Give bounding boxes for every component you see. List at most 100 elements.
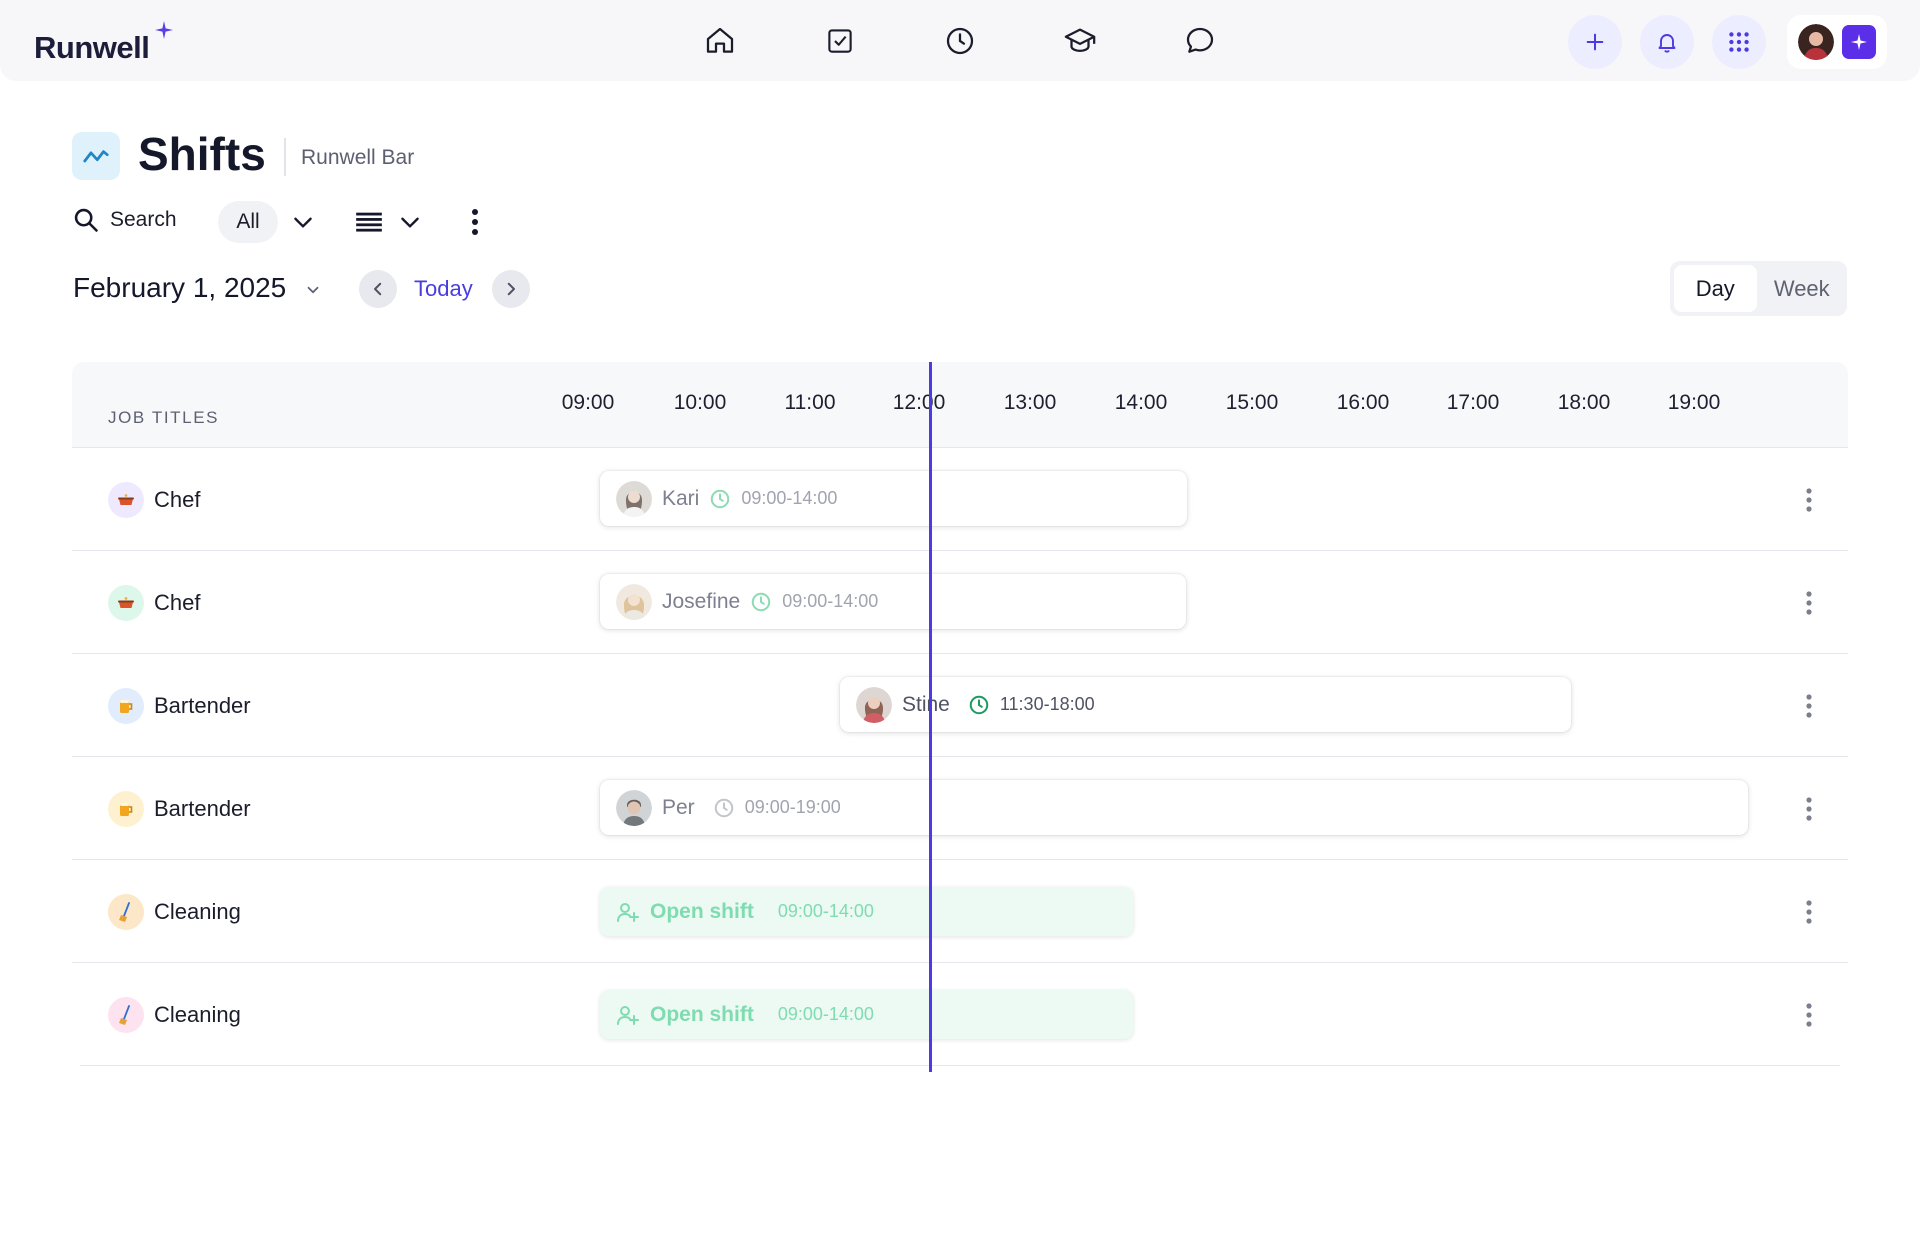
schedule-row: Bartender Per 09:00-19:00 [72,757,1848,860]
hour-label: 19:00 [1667,391,1721,414]
job-title-label: Cleaning [154,899,241,924]
apps-grid-icon [1729,32,1749,52]
employee-avatar [856,686,892,723]
hour-label: 13:00 [1003,391,1057,414]
previous-day-button[interactable] [359,270,397,308]
hour-label: 10:00 [673,391,727,414]
chevron-down-icon [294,217,312,228]
view-toggle: Day Week [1670,261,1847,316]
current-time-indicator [929,362,932,1072]
employee-avatar [616,480,652,517]
job-title-label: Bartender [154,693,251,718]
more-vertical-icon [1806,900,1812,924]
next-day-button[interactable] [492,270,530,308]
pot-icon [108,482,144,518]
notifications-button[interactable] [1640,15,1694,69]
open-shift-block[interactable]: Open shift 09:00-14:00 [600,990,1133,1039]
hour-label: 11:00 [784,391,836,414]
search-button[interactable]: Search [72,206,177,234]
open-shift-label: Open shift [650,1002,754,1026]
job-title: Bartender [108,791,251,827]
filter-select[interactable]: All [218,201,278,243]
nav-time[interactable] [939,20,981,62]
chevron-down-icon [307,286,319,293]
open-shift-label: Open shift [650,899,754,923]
clock-icon [969,695,989,714]
apps-button[interactable] [1712,15,1766,69]
more-vertical-icon [1806,488,1812,512]
employee-avatar [616,789,652,826]
shift-time: 09:00-14:00 [782,591,879,611]
job-title: Chef [108,482,200,518]
row-options-button[interactable] [1792,894,1826,930]
shift-time: 09:00-19:00 [744,797,841,817]
chevron-right-icon [507,282,515,296]
today-button[interactable]: Today [414,276,473,302]
shift-block[interactable]: Per 09:00-19:00 [600,780,1748,835]
profile-menu[interactable] [1787,15,1887,69]
clock-icon [946,27,974,55]
layout-dropdown-button[interactable] [354,206,424,238]
shift-time: 09:00-14:00 [777,901,874,921]
shift-block[interactable]: Stine 11:30-18:00 [840,677,1571,732]
add-user-icon [617,1005,639,1025]
broom-icon [108,997,144,1033]
row-options-button[interactable] [1792,791,1826,827]
nav-home[interactable] [699,20,741,62]
hour-label: 17:00 [1446,391,1500,414]
app-logo[interactable]: Runwell [34,30,150,66]
view-day[interactable]: Day [1674,265,1757,312]
nav-chat[interactable] [1179,20,1221,62]
more-vertical-icon [472,209,478,235]
beer-icon [108,688,144,724]
shift-wave-icon [83,150,109,163]
more-vertical-icon [1806,694,1812,718]
chat-icon [1186,27,1214,53]
employee-name: Stine [902,692,950,716]
schedule-row: Cleaning Open shift 09:00-14:00 [80,963,1840,1066]
shift-block[interactable]: Kari 09:00-14:00 [600,471,1187,526]
ai-assistant-button[interactable] [1842,25,1876,59]
more-vertical-icon [1806,591,1812,615]
sparkle-icon [1851,34,1867,50]
shift-block[interactable]: Josefine 09:00-14:00 [600,574,1186,629]
nav-learning[interactable] [1059,20,1101,62]
user-avatar[interactable] [1798,24,1834,60]
add-user-icon [617,902,639,922]
clock-icon [714,798,733,817]
bell-icon [1658,34,1676,53]
job-title-label: Cleaning [154,1002,241,1027]
more-vertical-icon [1806,797,1812,821]
title-divider [284,138,286,176]
row-options-button[interactable] [1792,482,1826,518]
clock-icon [711,489,730,508]
nav-tasks[interactable] [819,20,861,62]
row-options-button[interactable] [1792,585,1826,621]
open-shift-block[interactable]: Open shift 09:00-14:00 [600,887,1133,936]
schedule-row: Chef Josefine 09:00-14:00 [72,551,1848,654]
row-options-button[interactable] [1792,997,1826,1033]
add-button[interactable] [1568,15,1622,69]
filter-value: All [236,210,260,233]
shift-time: 09:00-14:00 [777,1004,874,1024]
search-label: Search [110,208,177,231]
job-title-label: Chef [154,590,201,615]
shift-time: 11:30-18:00 [999,694,1095,714]
row-options-button[interactable] [1792,688,1826,724]
graduation-cap-icon [1064,28,1096,53]
chevron-down-icon [401,217,419,228]
location-name: Runwell Bar [301,146,415,169]
job-title-label: Chef [154,487,201,512]
chevron-left-icon [374,282,382,296]
hour-label: 18:00 [1557,391,1611,414]
broom-icon [108,894,144,930]
more-options-button[interactable] [460,206,490,238]
hour-label: 09:00 [561,391,615,414]
job-titles-column-header: JOB TITLES [108,408,220,427]
date-picker[interactable]: February 1, 2025 [73,272,322,304]
employee-name: Kari [662,486,700,510]
filter-dropdown-button[interactable] [288,208,318,236]
job-title: Cleaning [108,894,241,930]
view-week[interactable]: Week [1761,265,1844,312]
schedule-row: Chef Kari 09:00-14:00 [72,448,1848,551]
